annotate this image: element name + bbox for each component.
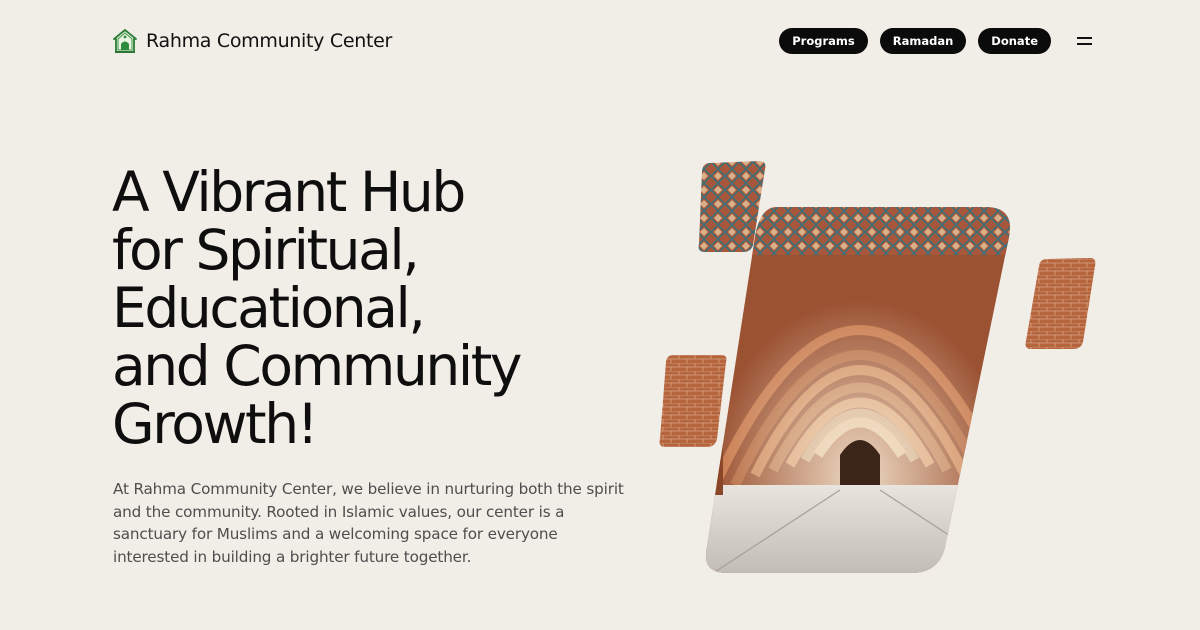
menu-line xyxy=(1077,37,1092,39)
hero-description-line: At Rahma Community Center, we believe in… xyxy=(113,480,624,498)
mosque-arcade-collage xyxy=(659,161,1096,573)
brand-link[interactable]: Rahma Community Center xyxy=(112,28,392,54)
hero-description: At Rahma Community Center, we believe in… xyxy=(113,478,638,568)
menu-line xyxy=(1077,43,1092,45)
site-header: Rahma Community Center Programs Ramadan … xyxy=(0,0,1200,82)
mosque-house-icon xyxy=(113,29,137,53)
nav-donate-button[interactable]: Donate xyxy=(978,28,1051,54)
main-nav: Programs Ramadan Donate xyxy=(779,28,1095,54)
hero-title: A Vibrant Hub for Spiritual, Educational… xyxy=(112,163,632,453)
hero-title-line: Educational, xyxy=(112,276,426,340)
brick-shard xyxy=(659,355,727,447)
nav-ramadan-button[interactable]: Ramadan xyxy=(879,28,967,54)
hero-title-line: for Spiritual, xyxy=(112,218,420,282)
hamburger-menu-icon[interactable] xyxy=(1077,32,1095,50)
nav-programs-button[interactable]: Programs xyxy=(779,28,868,54)
hero-title-line: Growth! xyxy=(112,392,319,456)
hero-description-line: interested in building a brighter future… xyxy=(113,547,472,566)
brand-name: Rahma Community Center xyxy=(146,30,393,52)
hero-mosque-image xyxy=(655,155,1105,580)
hero-title-line: and Community xyxy=(112,334,522,398)
hero-description-line: and the community. Rooted in Islamic val… xyxy=(113,502,565,521)
hero-description-line: sanctuary for Muslims and a welcoming sp… xyxy=(113,525,558,543)
arcade-photo xyxy=(705,207,1010,573)
brick-shard xyxy=(1025,258,1096,349)
hero-title-line: A Vibrant Hub xyxy=(112,160,466,224)
